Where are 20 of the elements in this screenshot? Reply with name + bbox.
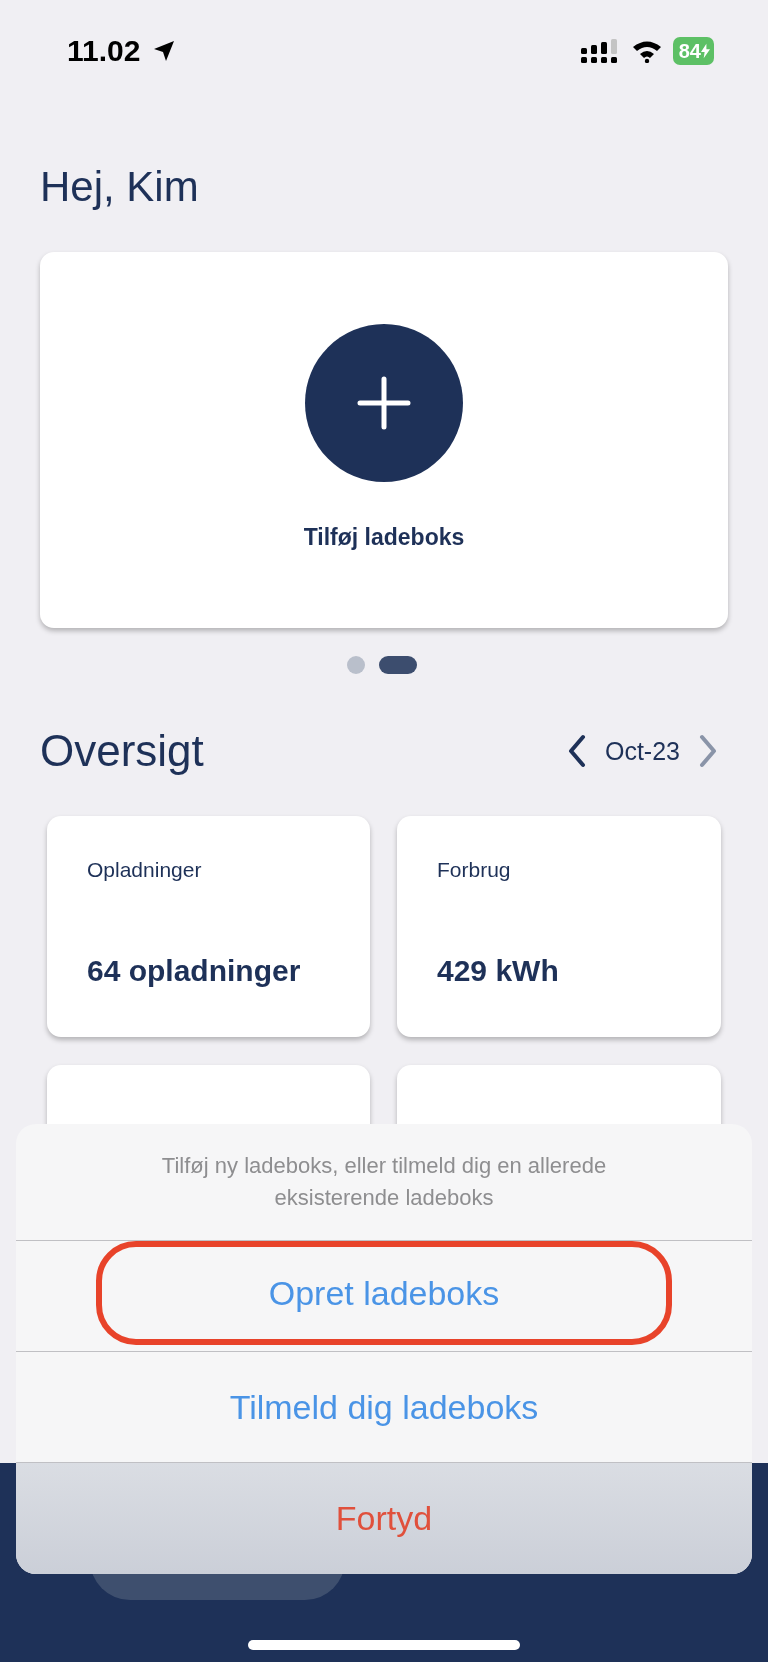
add-icon[interactable] xyxy=(305,324,463,482)
battery-level: 84 xyxy=(678,39,701,63)
stat-value: 429 kWh xyxy=(437,954,560,988)
chevron-right-icon[interactable] xyxy=(698,734,718,768)
period-label: Oct-23 xyxy=(604,736,680,766)
greeting-heading: Hej, Kim xyxy=(39,166,200,208)
stat-label: Opladninger xyxy=(87,858,203,882)
stat-card[interactable]: Forbrug 429 kWh xyxy=(397,816,721,1037)
stat-card[interactable]: Opladninger 64 opladninger xyxy=(47,816,370,1037)
stat-value: 64 opladninger xyxy=(87,954,302,988)
add-charger-label: Tilføj ladeboks xyxy=(303,524,465,551)
stat-label: Forbrug xyxy=(437,858,512,882)
action-sheet-message: Tilføj ny ladeboks, eller tilmeld dig en allerede eksisterende ladeboks xyxy=(160,1152,608,1212)
page-indicator-dot[interactable] xyxy=(347,656,365,674)
charging-bolt-icon xyxy=(701,43,710,59)
status-time: 11.02 xyxy=(67,34,141,68)
chevron-left-icon[interactable] xyxy=(566,734,587,768)
add-charger-card[interactable]: Tilføj ladeboks xyxy=(40,252,728,628)
location-arrow-icon xyxy=(152,39,177,63)
section-heading: Oversigt xyxy=(40,726,205,776)
